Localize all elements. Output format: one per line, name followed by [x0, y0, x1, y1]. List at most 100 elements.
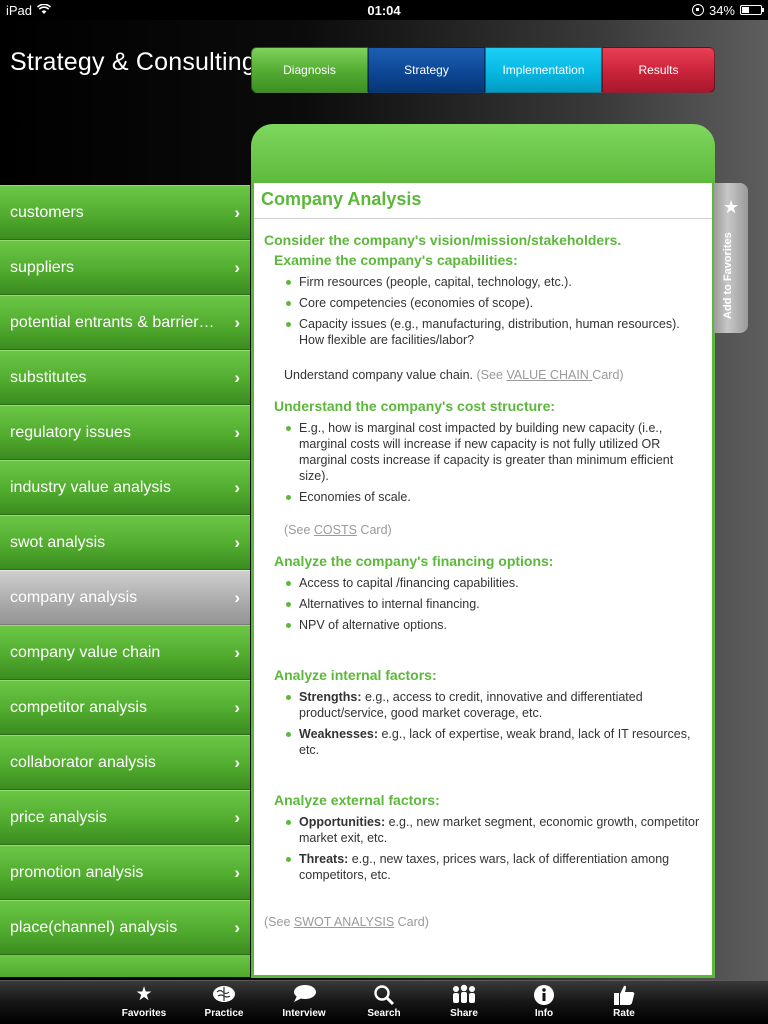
sidebar-item-company-value-chain[interactable]: company value chain ›: [0, 625, 250, 680]
sidebar-item-promotion-analysis[interactable]: promotion analysis ›: [0, 845, 250, 900]
tab-strategy[interactable]: Strategy: [368, 47, 485, 93]
swot-analysis-link[interactable]: SWOT ANALYSIS: [294, 915, 394, 929]
status-bar: iPad 01:04 34%: [0, 0, 768, 20]
sidebar-item-swot-analysis[interactable]: swot analysis ›: [0, 515, 250, 570]
list-item: Strengths: e.g., access to credit, innov…: [286, 689, 704, 721]
toolbar-share[interactable]: Share: [424, 981, 504, 1024]
search-icon: [373, 984, 395, 1008]
app-title: Strategy & Consulting: [10, 48, 256, 76]
sidebar-item-collaborator-analysis[interactable]: collaborator analysis ›: [0, 735, 250, 790]
add-to-favorites-tab[interactable]: ★ Add to Favorites: [714, 183, 748, 333]
chevron-right-icon: ›: [234, 312, 240, 332]
tab-diagnosis[interactable]: Diagnosis: [251, 47, 368, 93]
clock: 01:04: [367, 2, 401, 18]
sidebar-item-label: suppliers: [10, 258, 75, 276]
battery-icon: [740, 5, 764, 15]
sidebar-item-label: customers: [10, 203, 84, 221]
brain-icon: [211, 984, 237, 1008]
sidebar-tail: [0, 955, 250, 977]
sidebar-item-price-analysis[interactable]: price analysis ›: [0, 790, 250, 845]
rotation-lock-icon: [691, 4, 704, 16]
intro-text: Consider the company's vision/mission/st…: [264, 232, 622, 248]
chevron-right-icon: ›: [234, 422, 240, 442]
toolbar-favorites[interactable]: ★ Favorites: [104, 981, 184, 1024]
sidebar-item-industry-value-analysis[interactable]: industry value analysis ›: [0, 460, 250, 515]
see-text: (See: [264, 915, 294, 929]
list-item: Threats: e.g., new taxes, prices wars, l…: [286, 851, 704, 883]
opportunities-label: Opportunities:: [299, 815, 386, 829]
star-icon: ★: [135, 984, 153, 1005]
sidebar-item-potential-entrants[interactable]: potential entrants & barrier… ›: [0, 295, 250, 350]
page-title: Company Analysis: [254, 189, 712, 219]
thumbs-up-icon: [612, 984, 636, 1008]
section-heading: Analyze internal factors:: [274, 667, 437, 683]
chevron-right-icon: ›: [234, 477, 240, 497]
sidebar-item-regulatory-issues[interactable]: regulatory issues ›: [0, 405, 250, 460]
sidebar-item-label: company analysis: [10, 588, 138, 606]
section-financing: Analyze the company's financing options:…: [274, 553, 704, 633]
section-capabilities: Examine the company's capabilities: Firm…: [274, 252, 704, 382]
device-name: iPad: [6, 2, 33, 18]
sidebar-item-label: swot analysis: [10, 533, 106, 551]
bullet-list: E.g., how is marginal cost impacted by b…: [286, 420, 704, 505]
list-item: NPV of alternative options.: [286, 617, 704, 633]
list-item: Opportunities: e.g., new market segment,…: [286, 814, 704, 846]
toolbar-label: Share: [450, 1008, 478, 1019]
chat-bubble-icon: [290, 984, 318, 1008]
section-heading: Analyze the company's financing options:: [274, 553, 554, 569]
list-item: Capacity issues (e.g., manufacturing, di…: [286, 316, 704, 348]
sidebar-item-competitor-analysis[interactable]: competitor analysis ›: [0, 680, 250, 735]
people-icon: [450, 984, 478, 1008]
sidebar-item-label: regulatory issues: [10, 423, 131, 441]
chevron-right-icon: ›: [234, 257, 240, 277]
value-chain-note: Understand company value chain. (See VAL…: [284, 368, 704, 382]
toolbar-practice[interactable]: Practice: [184, 981, 264, 1024]
bottom-toolbar: ★ Favorites Practice Interview Search Sh…: [0, 980, 768, 1024]
value-chain-link[interactable]: VALUE CHAIN: [506, 368, 592, 382]
threats-text: e.g., new taxes, prices wars, lack of di…: [299, 852, 670, 882]
section-heading: Examine the company's capabilities:: [274, 252, 518, 268]
toolbar-search[interactable]: Search: [344, 981, 424, 1024]
see-text: Card): [394, 915, 429, 929]
toolbar-info[interactable]: Info: [504, 981, 584, 1024]
list-item: Core competencies (economies of scope).: [286, 295, 704, 311]
tab-implementation[interactable]: Implementation: [485, 47, 602, 93]
toolbar-interview[interactable]: Interview: [264, 981, 344, 1024]
tab-results[interactable]: Results: [602, 47, 715, 93]
section-heading: Analyze external factors:: [274, 792, 440, 808]
toolbar-label: Practice: [204, 1008, 244, 1019]
see-text: (See: [284, 523, 314, 537]
sidebar-item-label: company value chain: [10, 643, 161, 661]
sidebar-item-place-channel-analysis[interactable]: place(channel) analysis ›: [0, 900, 250, 955]
chevron-right-icon: ›: [234, 202, 240, 222]
phase-tabs: Diagnosis Strategy Implementation Result…: [251, 47, 715, 93]
content-header-bar: [251, 124, 715, 184]
list-item: Firm resources (people, capital, technol…: [286, 274, 704, 290]
toolbar-rate[interactable]: Rate: [584, 981, 664, 1024]
section-external-factors: Analyze external factors: Opportunities:…: [274, 792, 704, 883]
sidebar-item-label: price analysis: [10, 808, 107, 826]
sidebar-item-customers[interactable]: customers ›: [0, 185, 250, 240]
sidebar-item-label: substitutes: [10, 368, 87, 386]
toolbar-label: Info: [534, 1008, 554, 1019]
list-item: E.g., how is marginal cost impacted by b…: [286, 420, 704, 484]
see-text: Card): [592, 368, 624, 382]
add-to-favorites-label: Add to Favorites: [722, 232, 734, 319]
chevron-right-icon: ›: [234, 367, 240, 387]
weaknesses-label: Weaknesses:: [299, 727, 378, 741]
costs-link[interactable]: COSTS: [314, 523, 357, 537]
list-item: Economies of scale.: [286, 489, 704, 505]
bullet-list: Opportunities: e.g., new market segment,…: [286, 814, 704, 883]
list-item: Alternatives to internal financing.: [286, 596, 704, 612]
sidebar-item-label: potential entrants & barrier…: [10, 313, 215, 331]
sidebar-item-company-analysis[interactable]: company analysis ›: [0, 570, 250, 625]
content-panel: Company Analysis Consider the company's …: [251, 183, 715, 978]
sidebar-item-label: place(channel) analysis: [10, 918, 178, 936]
see-text: (See: [476, 368, 507, 382]
strengths-label: Strengths:: [299, 690, 362, 704]
info-icon: [533, 984, 555, 1008]
sidebar-item-substitutes[interactable]: substitutes ›: [0, 350, 250, 405]
chevron-right-icon: ›: [234, 642, 240, 662]
sidebar-item-suppliers[interactable]: suppliers ›: [0, 240, 250, 295]
chevron-right-icon: ›: [234, 917, 240, 937]
